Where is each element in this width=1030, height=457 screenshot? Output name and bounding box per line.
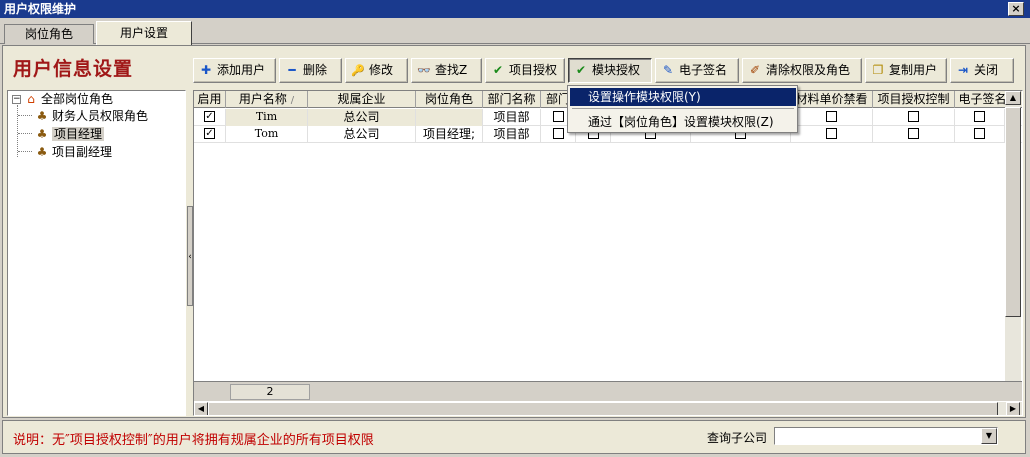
row-enabled-checkbox[interactable]: ✓ bbox=[194, 109, 226, 126]
tab-strip: 岗位角色 用户设置 bbox=[0, 18, 1030, 45]
user-grid: 启用 用户名称 / 规属企业 岗位角色 部门名称 部门 材料单价禁看 项目授权控… bbox=[193, 90, 1023, 416]
scroll-left-icon[interactable]: ◀ bbox=[194, 402, 208, 415]
query-subsidiary-select[interactable]: ▼ bbox=[774, 427, 998, 445]
vertical-scroll-thumb[interactable] bbox=[1005, 107, 1021, 317]
edit-button[interactable]: 🔑 修改 bbox=[345, 58, 408, 83]
col-e-signature[interactable]: 电子签名 bbox=[955, 91, 1011, 108]
check-icon: ✔ bbox=[575, 63, 587, 77]
col-company[interactable]: 规属企业 bbox=[308, 91, 416, 108]
row-dept-name: 项目部 bbox=[483, 126, 541, 143]
tree-item-deputy-manager[interactable]: ♣ 项目副经理 bbox=[34, 144, 112, 161]
module-auth-menu: 设置操作模块权限(Y) 通过【岗位角色】设置模块权限(Z) bbox=[567, 85, 798, 133]
col-username[interactable]: 用户名称 / bbox=[226, 91, 308, 108]
main-panel: 用户信息设置 ✚ 添加用户 ━ 删除 🔑 修改 👓 查找Z ✔ 项目授权 ✔ 模块授权 ✎ 电… bbox=[2, 45, 1026, 418]
tree-connector bbox=[17, 105, 18, 157]
row-cb-project-auth[interactable] bbox=[873, 126, 955, 143]
vertical-scrollbar[interactable]: ▲ bbox=[1005, 91, 1021, 381]
menu-item-set-via-role[interactable]: 通过【岗位角色】设置模块权限(Z) bbox=[570, 113, 796, 131]
row-cb-e-signature[interactable] bbox=[955, 126, 1005, 143]
exit-icon: ⇥ bbox=[957, 63, 969, 77]
binoculars-icon: 👓 bbox=[417, 64, 431, 77]
grid-footer: 2 bbox=[194, 381, 1022, 401]
row-company: 总公司 bbox=[308, 126, 416, 143]
checked-icon: ✓ bbox=[204, 111, 215, 122]
row-username: Tom bbox=[226, 126, 308, 143]
window-title: 用户权限维护 bbox=[4, 2, 77, 16]
col-dept-name[interactable]: 部门名称 bbox=[483, 91, 541, 108]
col-project-auth[interactable]: 项目授权控制 bbox=[873, 91, 955, 108]
menu-separator bbox=[572, 108, 794, 109]
sort-indicator: / bbox=[290, 95, 295, 106]
menu-item-set-module-permissions[interactable]: 设置操作模块权限(Y) bbox=[570, 88, 796, 106]
status-bar: 说明：无″项目授权控制″的用户将拥有规属企业的所有项目权限 查询子公司 ▼ bbox=[2, 420, 1026, 454]
minus-icon: ━ bbox=[288, 63, 296, 77]
pen-icon: ✎ bbox=[662, 63, 674, 77]
row-cb-e-signature[interactable] bbox=[955, 109, 1005, 126]
scroll-right-icon[interactable]: ▶ bbox=[1006, 402, 1020, 415]
row-company: 总公司 bbox=[308, 109, 416, 126]
tab-user-settings[interactable]: 用户设置 bbox=[96, 21, 192, 45]
tree-connector bbox=[18, 133, 32, 134]
row-cb-material-price[interactable] bbox=[791, 126, 873, 143]
delete-button[interactable]: ━ 删除 bbox=[279, 58, 342, 83]
row-dept-name: 项目部 bbox=[483, 109, 541, 126]
row-count: 2 bbox=[230, 384, 310, 400]
scroll-up-icon[interactable]: ▲ bbox=[1005, 91, 1021, 105]
row-enabled-checkbox[interactable]: ✓ bbox=[194, 126, 226, 143]
horizontal-scroll-thumb[interactable] bbox=[208, 402, 998, 415]
users-icon: ♣ bbox=[36, 109, 48, 123]
help-note: 说明：无″项目授权控制″的用户将拥有规属企业的所有项目权限 bbox=[13, 433, 374, 448]
tree-item-project-manager[interactable]: ♣ 项目经理 bbox=[34, 126, 105, 143]
tab-position-roles[interactable]: 岗位角色 bbox=[4, 24, 94, 44]
checked-icon: ✓ bbox=[204, 128, 215, 139]
close-icon[interactable]: × bbox=[1008, 2, 1024, 16]
brush-icon: ✐ bbox=[749, 63, 761, 77]
copy-icon: ❐ bbox=[872, 63, 884, 77]
find-button[interactable]: 👓 查找Z bbox=[411, 58, 482, 83]
close-button[interactable]: ⇥ 关闭 bbox=[950, 58, 1014, 83]
e-signature-button[interactable]: ✎ 电子签名 bbox=[655, 58, 739, 83]
check-icon: ✔ bbox=[492, 63, 504, 77]
row-cb-material-price[interactable] bbox=[791, 109, 873, 126]
row-role bbox=[416, 109, 483, 126]
window-titlebar: 用户权限维护 × bbox=[0, 0, 1030, 18]
tree-connector bbox=[18, 151, 32, 152]
users-icon: ♣ bbox=[36, 145, 48, 159]
col-role[interactable]: 岗位角色 bbox=[416, 91, 483, 108]
clear-permissions-button[interactable]: ✐ 清除权限及角色 bbox=[742, 58, 862, 83]
col-material-price[interactable]: 材料单价禁看 bbox=[791, 91, 873, 108]
row-role: 项目经理; bbox=[416, 126, 483, 143]
add-user-button[interactable]: ✚ 添加用户 bbox=[193, 58, 276, 83]
page-title: 用户信息设置 bbox=[13, 58, 134, 80]
row-username: Tim bbox=[226, 109, 308, 126]
tree-root[interactable]: − ⌂ 全部岗位角色 bbox=[12, 91, 113, 108]
key-icon: 🔑 bbox=[351, 64, 365, 77]
copy-user-button[interactable]: ❐ 复制用户 bbox=[865, 58, 947, 83]
horizontal-scrollbar[interactable]: ◀ ▶ bbox=[194, 402, 1022, 415]
col-enabled[interactable]: 启用 bbox=[194, 91, 226, 108]
project-auth-button[interactable]: ✔ 项目授权 bbox=[485, 58, 565, 83]
home-icon: ⌂ bbox=[27, 92, 35, 106]
row-cb-project-auth[interactable] bbox=[873, 109, 955, 126]
collapse-icon[interactable]: − bbox=[12, 95, 21, 104]
query-subsidiary-label: 查询子公司 bbox=[707, 431, 768, 445]
plus-icon: ✚ bbox=[200, 63, 212, 77]
users-icon: ♣ bbox=[36, 127, 48, 141]
tree-item-finance-role[interactable]: ♣ 财务人员权限角色 bbox=[34, 108, 148, 125]
module-auth-button[interactable]: ✔ 模块授权 bbox=[568, 58, 652, 83]
chevron-down-icon[interactable]: ▼ bbox=[981, 428, 997, 444]
role-tree: − ⌂ 全部岗位角色 ♣ 财务人员权限角色 ♣ 项目经理 ♣ 项目副经理 bbox=[7, 90, 186, 416]
tree-connector bbox=[18, 115, 32, 116]
